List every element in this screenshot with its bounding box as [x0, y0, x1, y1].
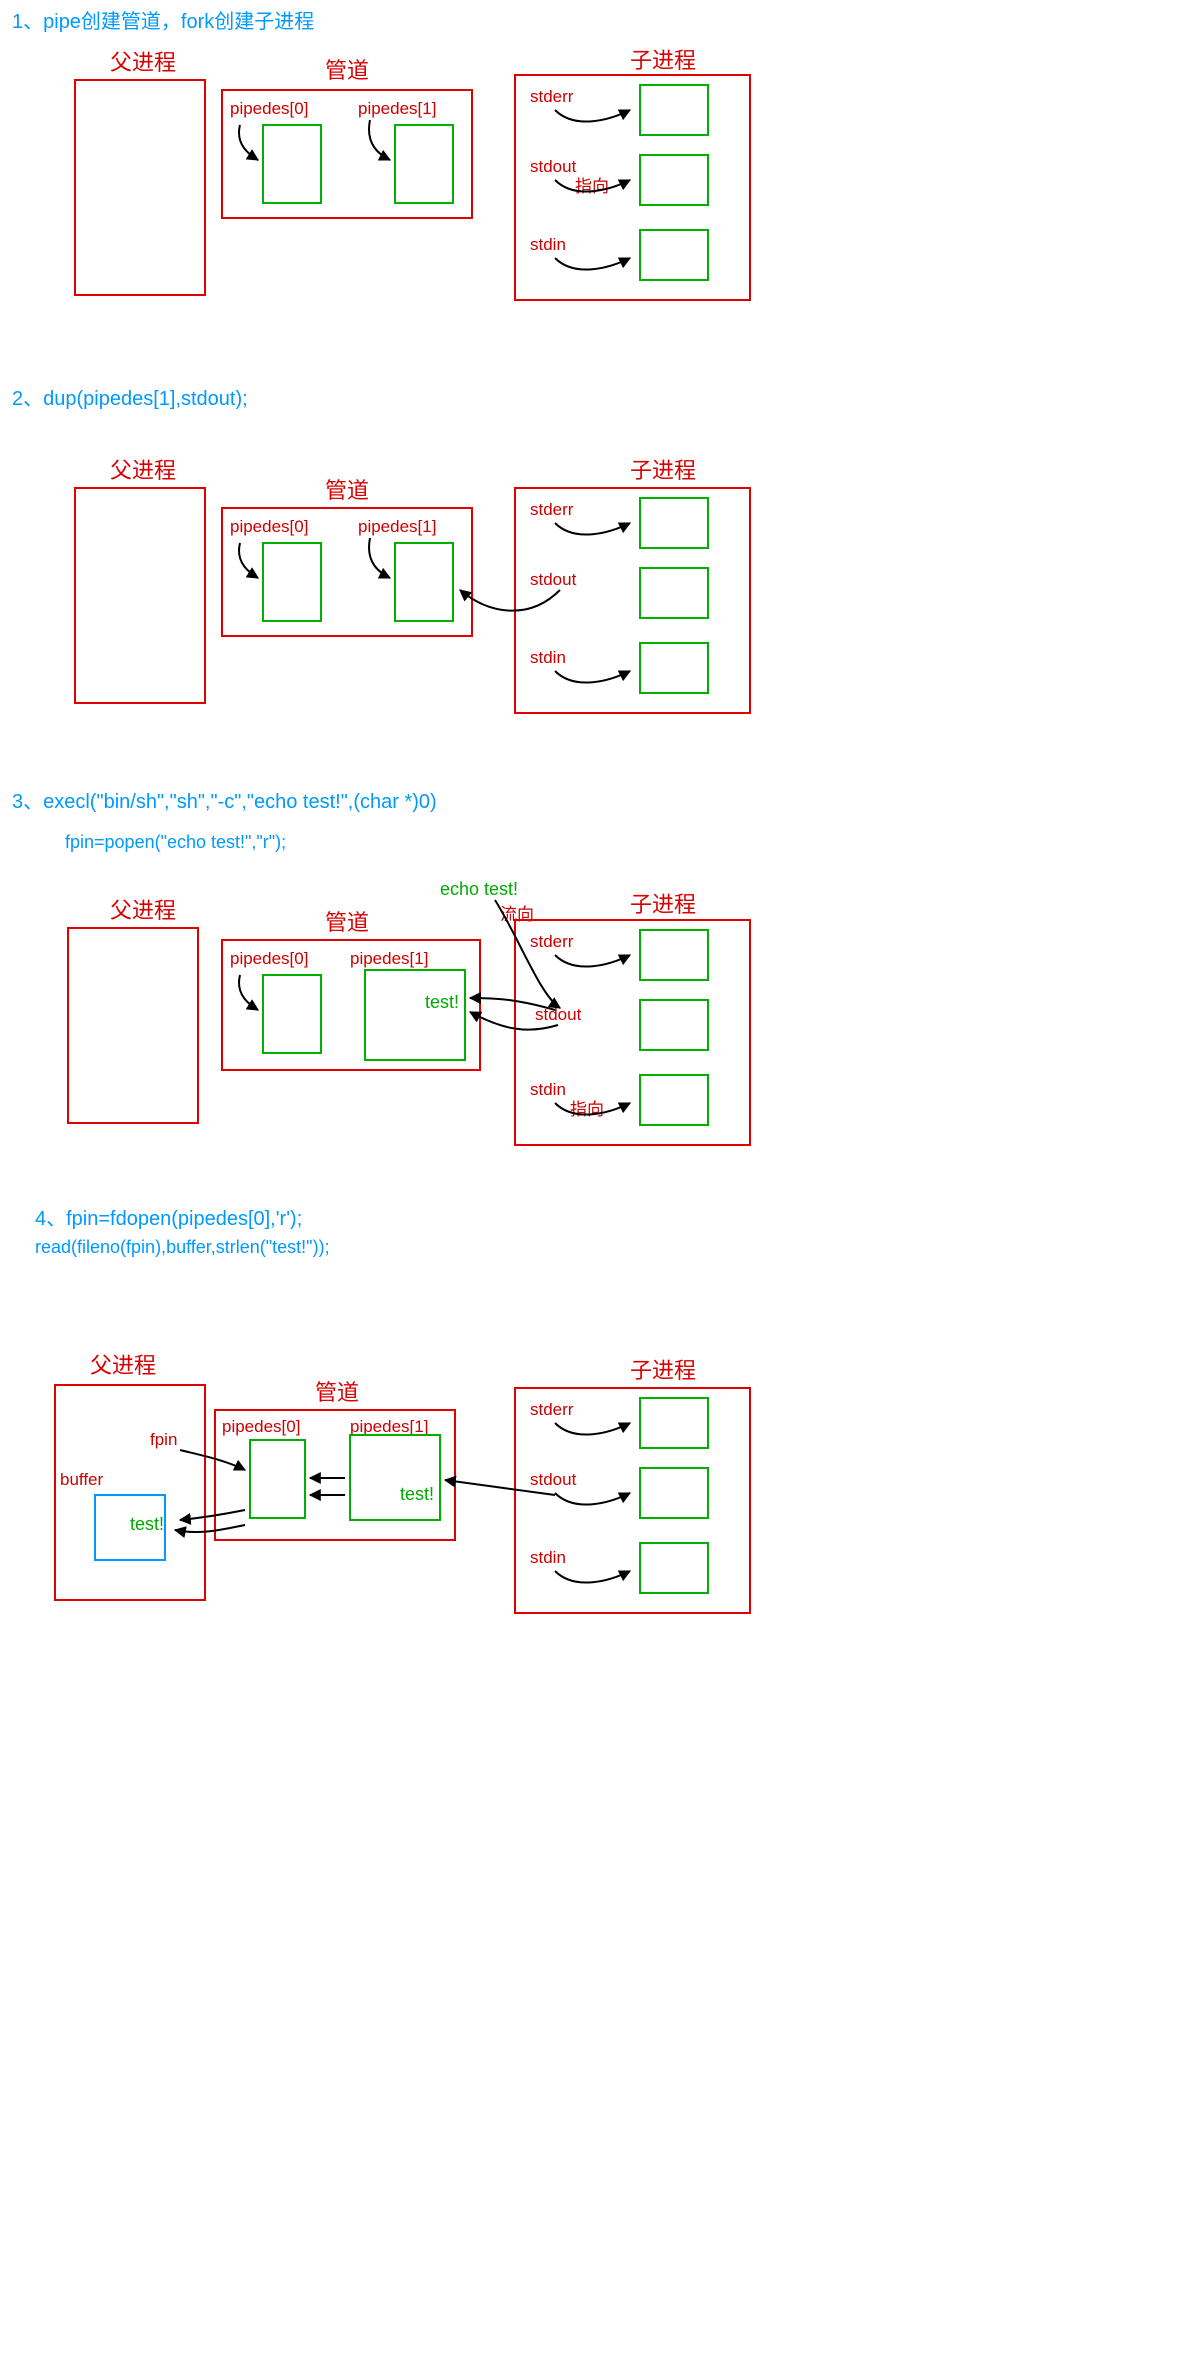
- flowto-label: 流向: [500, 905, 534, 924]
- arrow-p0-2: [239, 543, 258, 578]
- pipedes1-1: pipedes[1]: [358, 99, 436, 118]
- test-in-pipe: test!: [425, 992, 459, 1012]
- stderr-1: stderr: [530, 87, 574, 106]
- parent-title-2: 父进程: [110, 458, 176, 483]
- pipedes0-slot-4: [250, 1440, 305, 1518]
- child-title-1: 子进程: [630, 48, 696, 73]
- stdin-4: stdin: [530, 1548, 566, 1567]
- arrow-stdin-2: [555, 671, 630, 683]
- child-title-2: 子进程: [630, 458, 696, 483]
- arrow-p0-to-buffer-b: [175, 1525, 245, 1532]
- child-box-2: [515, 488, 750, 713]
- pointsto-1: 指向: [575, 177, 609, 196]
- pointsto-3: 指向: [570, 1100, 604, 1119]
- stdin-slot-2: [640, 643, 708, 693]
- stdin-slot-1: [640, 230, 708, 280]
- arrow-p0-to-buffer-a: [180, 1510, 245, 1520]
- pipedes1-3: pipedes[1]: [350, 949, 428, 968]
- parent-title-3: 父进程: [110, 898, 176, 923]
- stdin-slot-4: [640, 1543, 708, 1593]
- arrow-stderr-3: [555, 955, 630, 967]
- stderr-slot-2: [640, 498, 708, 548]
- parent-box-4: [55, 1385, 205, 1600]
- arrow-stderr-4: [555, 1423, 630, 1435]
- stderr-2: stderr: [530, 500, 574, 519]
- parent-box-1: [75, 80, 205, 295]
- parent-box-3: [68, 928, 198, 1123]
- pipedes0-slot-3: [263, 975, 321, 1053]
- test-in-p1: test!: [400, 1484, 434, 1504]
- pipedes0-3: pipedes[0]: [230, 949, 308, 968]
- pipedes0-4: pipedes[0]: [222, 1417, 300, 1436]
- child-title-3: 子进程: [630, 892, 696, 917]
- pipedes1-2: pipedes[1]: [358, 517, 436, 536]
- stdout-1: stdout: [530, 157, 577, 176]
- stdout-slot-1: [640, 155, 708, 205]
- pipe-title-3: 管道: [325, 910, 369, 935]
- pipe-title-4: 管道: [315, 1380, 359, 1405]
- buffer-label: buffer: [60, 1470, 104, 1489]
- diagram-canvas: 1、pipe创建管道，fork创建子进程 父进程 管道 pipedes[0] p…: [0, 0, 1184, 2378]
- parent-box-2: [75, 488, 205, 703]
- stderr-3: stderr: [530, 932, 574, 951]
- arrow-stderr-1: [555, 110, 630, 122]
- arrow-p0-1: [239, 125, 258, 160]
- arrow-stdout-4: [555, 1493, 630, 1505]
- child-box-1: [515, 75, 750, 300]
- fpin-label: fpin: [150, 1430, 177, 1449]
- arrow-stderr-2: [555, 523, 630, 535]
- pipedes0-slot-2: [263, 543, 321, 621]
- arrow-p1-1: [369, 120, 390, 160]
- stdin-2: stdin: [530, 648, 566, 667]
- stderr-slot-4: [640, 1398, 708, 1448]
- pipedes1-slot-1: [395, 125, 453, 203]
- pipe-title-1: 管道: [325, 58, 369, 83]
- pipedes1-slot-3: [365, 970, 465, 1060]
- arrow-stdin-4: [555, 1571, 630, 1583]
- stderr-slot-1: [640, 85, 708, 135]
- arrow-p1-2: [369, 538, 390, 578]
- child-box-4: [515, 1388, 750, 1613]
- stdout-slot-4: [640, 1468, 708, 1518]
- pipedes1-slot-4: [350, 1435, 440, 1520]
- stdout-4: stdout: [530, 1470, 577, 1489]
- pipedes1-slot-2: [395, 543, 453, 621]
- pipe-title-2: 管道: [325, 478, 369, 503]
- stdout-slot-3: [640, 1000, 708, 1050]
- stdin-slot-3: [640, 1075, 708, 1125]
- step4-sub: read(fileno(fpin),buffer,strlen("test!")…: [35, 1237, 330, 1257]
- child-title-4: 子进程: [630, 1358, 696, 1383]
- parent-title-1: 父进程: [110, 50, 176, 75]
- stderr-slot-3: [640, 930, 708, 980]
- step3-sub: fpin=popen("echo test!","r");: [65, 832, 286, 852]
- parent-title-4: 父进程: [90, 1353, 156, 1378]
- child-box-3: [515, 920, 750, 1145]
- arrow-stdout-to-pipe-2: [460, 590, 560, 611]
- step3-title: 3、execl("bin/sh","sh","-c","echo test!",…: [12, 791, 437, 813]
- step2-title: 2、dup(pipedes[1],stdout);: [12, 388, 248, 410]
- stdout-slot-2: [640, 568, 708, 618]
- step4-title: 4、fpin=fdopen(pipedes[0],'r');: [35, 1208, 302, 1230]
- test-in-buffer: test!: [130, 1514, 164, 1534]
- stdin-3: stdin: [530, 1080, 566, 1099]
- stdout-2: stdout: [530, 570, 577, 589]
- arrow-p0-3: [239, 975, 258, 1010]
- step1-title: 1、pipe创建管道，fork创建子进程: [12, 10, 314, 33]
- stderr-4: stderr: [530, 1400, 574, 1419]
- pipedes0-slot-1: [263, 125, 321, 203]
- arrow-fpin-to-p0: [180, 1450, 245, 1470]
- pipedes0-1: pipedes[0]: [230, 99, 308, 118]
- pipedes1-4: pipedes[1]: [350, 1417, 428, 1436]
- stdin-1: stdin: [530, 235, 566, 254]
- pipedes0-2: pipedes[0]: [230, 517, 308, 536]
- arrow-stdin-1: [555, 258, 630, 270]
- echo-label: echo test!: [440, 879, 518, 899]
